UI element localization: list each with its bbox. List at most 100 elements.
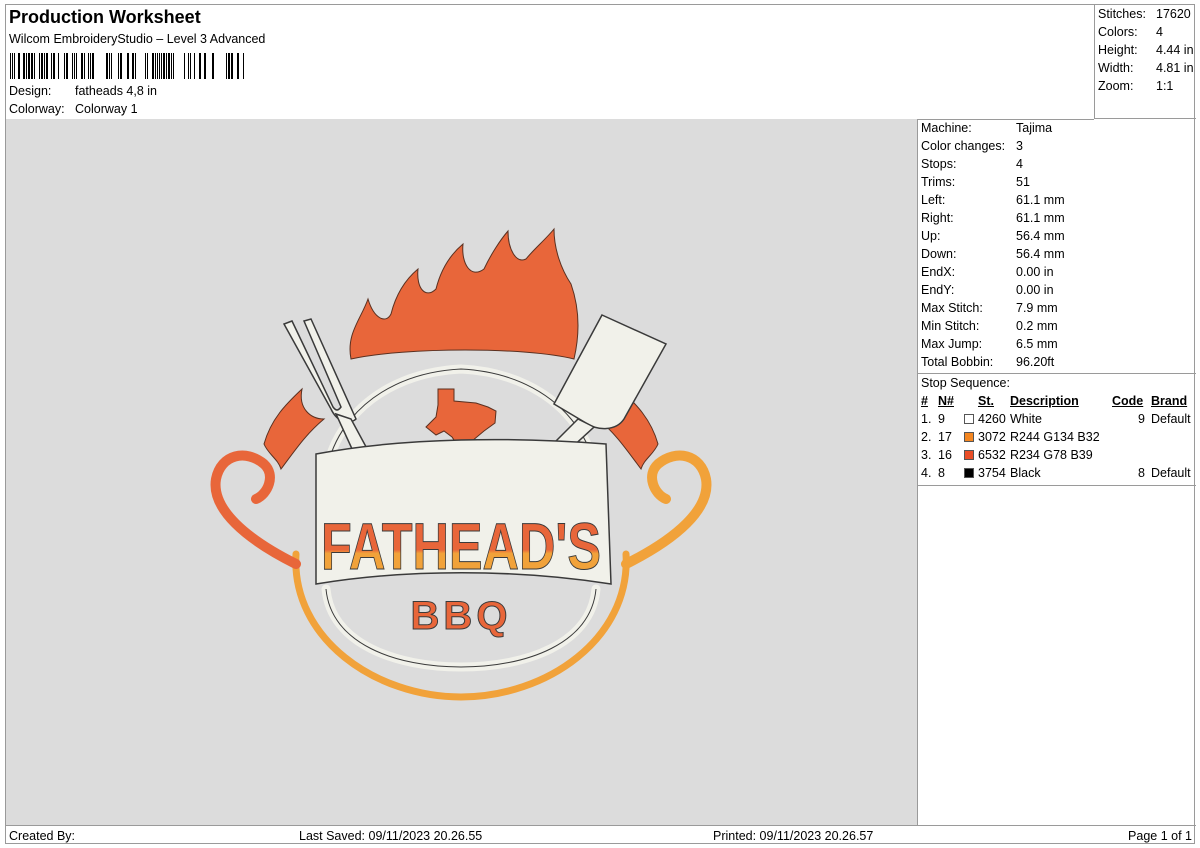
machine-value: 56.4 mm (1016, 229, 1065, 243)
machine-value: Tajima (1016, 121, 1053, 135)
worksheet: Production Worksheet Wilcom EmbroiderySt… (5, 4, 1196, 846)
row-index: 1. (921, 412, 932, 426)
machine-panel: Machine: Tajima Color changes: 3 Stops: 4 T… (918, 119, 1196, 825)
col-description: Description (1010, 394, 1079, 408)
machine-label: Right: (921, 211, 954, 225)
design-value: fatheads 4,8 in (75, 84, 158, 98)
stat-row: Stitches: 17620 (1098, 7, 1196, 21)
barcode (10, 53, 244, 79)
page-number: Page 1 of 1 (1128, 829, 1192, 843)
design-preview: FATHEAD'S BBQ (6, 119, 918, 825)
machine-label: Min Stitch: (921, 319, 980, 333)
color-swatch (964, 414, 974, 424)
stat-label: Width: (1098, 61, 1134, 75)
colorway-row: Colorway: Colorway 1 (9, 102, 138, 116)
machine-row: Max Jump: 6.5 mm (921, 337, 1058, 351)
machine-value: 7.9 mm (1016, 301, 1058, 315)
printed-date: Printed: 09/11/2023 20.26.57 (713, 829, 874, 843)
top-flames (349, 227, 579, 360)
row-stitches: 6532 (978, 448, 1006, 462)
footer: Created By: Last Saved: 09/11/2023 20.26… (6, 825, 1196, 846)
machine-row: Down: 56.4 mm (921, 247, 1065, 261)
color-swatch (964, 450, 974, 460)
col-stitches: St. (978, 394, 994, 408)
row-index: 3. (921, 448, 932, 462)
machine-row: EndX: 0.00 in (921, 265, 1054, 279)
created-by: Created By: (9, 829, 76, 843)
machine-label: Machine: (921, 121, 972, 135)
machine-label: Left: (921, 193, 946, 207)
machine-row: Up: 56.4 mm (921, 229, 1065, 243)
stat-row: Width: 4.81 in (1098, 61, 1196, 75)
stat-row: Height: 4.44 in (1098, 43, 1196, 57)
page-title: Production Worksheet (9, 7, 201, 27)
machine-label: Up: (921, 229, 941, 243)
machine-value: 61.1 mm (1016, 193, 1065, 207)
design-label: Design: (9, 84, 52, 98)
row-stitches: 3754 (978, 466, 1006, 480)
col-brand: Brand (1151, 394, 1188, 408)
row-needle: 9 (938, 412, 945, 426)
stat-label: Zoom: (1098, 79, 1134, 93)
machine-label: Max Jump: (921, 337, 983, 351)
stat-row: Colors: 4 (1098, 25, 1196, 39)
colorway-value: Colorway 1 (75, 102, 138, 116)
artwork-line-bbq: BBQ (411, 594, 512, 638)
stats-panel: Stitches: 17620 Colors: 4 Height: 4.44 in W… (1094, 5, 1196, 119)
software-name: Wilcom EmbroideryStudio – Level 3 Advanc… (9, 32, 266, 46)
col-index: # (921, 394, 928, 408)
machine-value: 96.20ft (1016, 355, 1055, 369)
machine-value: 0.2 mm (1016, 319, 1058, 333)
row-brand: Default (1151, 412, 1191, 426)
row-stitches: 4260 (978, 412, 1006, 426)
divider (918, 373, 1196, 374)
machine-label: EndX: (921, 265, 956, 279)
header: Production Worksheet Wilcom EmbroiderySt… (6, 5, 1094, 120)
stat-value: 4.81 in (1156, 61, 1194, 75)
left-swirl (210, 450, 301, 569)
stat-row: Zoom: 1:1 (1098, 79, 1196, 93)
row-code: 9 (1138, 412, 1145, 426)
row-needle: 8 (938, 466, 945, 480)
stat-label: Stitches: (1098, 7, 1146, 21)
machine-value: 56.4 mm (1016, 247, 1065, 261)
machine-value: 6.5 mm (1016, 337, 1058, 351)
machine-row: Trims: 51 (921, 175, 1030, 189)
machine-value: 3 (1016, 139, 1023, 153)
machine-row: Stops: 4 (921, 157, 1023, 171)
color-swatch (964, 468, 974, 478)
row-index: 2. (921, 430, 932, 444)
colorway-label: Colorway: (9, 102, 65, 116)
row-index: 4. (921, 466, 932, 480)
machine-label: Trims: (921, 175, 956, 189)
right-swirl (621, 450, 712, 569)
machine-row: Total Bobbin: 96.20ft (921, 355, 1054, 369)
stat-value: 4 (1156, 25, 1163, 39)
row-needle: 17 (938, 430, 952, 444)
color-swatch (964, 432, 974, 442)
stat-label: Colors: (1098, 25, 1138, 39)
machine-label: Down: (921, 247, 957, 261)
artwork-line-fatheads: FATHEAD'S (321, 509, 601, 583)
design-row: Design: fatheads 4,8 in (9, 84, 157, 98)
row-description: R234 G78 B39 (1010, 448, 1093, 462)
machine-row: Max Stitch: 7.9 mm (921, 301, 1058, 315)
machine-label: Total Bobbin: (921, 355, 994, 369)
machine-label: Stops: (921, 157, 957, 171)
machine-value: 0.00 in (1016, 283, 1054, 297)
machine-value: 51 (1016, 175, 1030, 189)
row-code: 8 (1138, 466, 1145, 480)
row-needle: 16 (938, 448, 952, 462)
last-saved: Last Saved: 09/11/2023 20.26.55 (299, 829, 483, 843)
stat-value: 1:1 (1156, 79, 1174, 93)
divider (918, 485, 1196, 486)
machine-label: EndY: (921, 283, 955, 297)
machine-value: 61.1 mm (1016, 211, 1065, 225)
stat-value: 4.44 in (1156, 43, 1194, 57)
machine-value: 4 (1016, 157, 1023, 171)
machine-label: Max Stitch: (921, 301, 983, 315)
machine-row: Color changes: 3 (921, 139, 1023, 153)
machine-row: Machine: Tajima (921, 121, 1052, 135)
stat-label: Height: (1098, 43, 1138, 57)
machine-row: Min Stitch: 0.2 mm (921, 319, 1058, 333)
